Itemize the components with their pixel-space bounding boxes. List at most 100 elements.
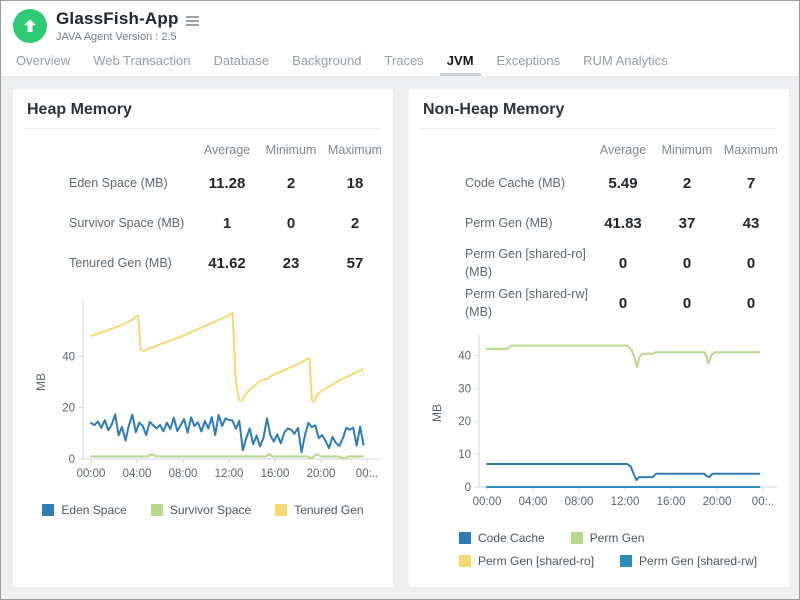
svg-text:08:00: 08:00 [565,496,594,508]
table-row-tenured-gen-mb: Tenured Gen (MB)41.622357 [25,243,381,283]
svg-text:MB: MB [34,373,48,391]
column-header-maximum: Maximum [719,143,777,157]
metric-value: 43 [719,215,777,232]
tab-web-transaction[interactable]: Web Transaction [91,47,192,76]
metric-value: 2 [323,215,381,232]
svg-text:40: 40 [62,351,75,363]
legend-label: Code Cache [478,531,545,545]
tab-traces[interactable]: Traces [383,47,426,76]
panel-non-heap-memory: Non-Heap Memory AverageMinimumMaximum Cod… [409,89,789,587]
legend-item-perm-gen-shared-ro[interactable]: Perm Gen [shared-ro] [459,554,594,568]
svg-text:20: 20 [62,403,75,415]
svg-text:16:00: 16:00 [657,496,686,508]
svg-text:20:00: 20:00 [703,496,732,508]
tab-jvm[interactable]: JVM [445,47,476,76]
metric-value: 5.49 [591,175,655,192]
legend-label: Eden Space [61,503,126,517]
table-row-perm-gen-shared-rw-mb: Perm Gen [shared-rw] (MB)000 [421,283,777,323]
legend-item-perm-gen-shared-rw[interactable]: Perm Gen [shared-rw] [620,554,757,568]
metric-value: 2 [655,175,719,192]
legend-item-eden-space[interactable]: Eden Space [42,503,126,517]
metric-label: Perm Gen [shared-rw] (MB) [421,285,591,321]
app-header: GlassFish-App JAVA Agent Version : 2.5 O… [1,1,799,76]
legend-swatch-icon [275,504,287,516]
svg-text:00:00: 00:00 [77,468,106,480]
svg-text:04:00: 04:00 [123,468,152,480]
legend-label: Perm Gen [590,531,645,545]
svg-text:00:00: 00:00 [473,496,502,508]
metric-value: 0 [591,295,655,312]
metric-value: 0 [591,255,655,272]
table-row-perm-gen-shared-ro-mb: Perm Gen [shared-ro] (MB)000 [421,243,777,283]
metric-label: Perm Gen (MB) [421,214,591,232]
metric-value: 0 [719,295,777,312]
panel-heap-memory: Heap Memory AverageMinimumMaximumEden Sp… [13,89,393,587]
svg-text:0: 0 [69,454,75,466]
tab-overview[interactable]: Overview [14,47,72,76]
metric-value: 57 [323,255,381,272]
legend-item-perm-gen[interactable]: Perm Gen [571,531,645,545]
tab-bar: Overview Web Transaction Database Backgroun… [13,47,787,76]
svg-text:30: 30 [458,383,471,395]
legend-item-survivor-space[interactable]: Survivor Space [151,503,251,517]
metric-value: 0 [259,215,323,232]
metric-label: Perm Gen [shared-ro] (MB) [421,245,591,281]
legend-label: Tenured Gen [294,503,363,517]
tab-database[interactable]: Database [212,47,272,76]
svg-text:08:00: 08:00 [169,468,198,480]
svg-text:00:..: 00:.. [752,496,774,508]
column-header-minimum: Minimum [259,143,323,157]
metric-value: 18 [323,175,381,192]
chart-non-heap-memory[interactable]: 0 10 20 30 40 00:00 04:00 08:00 12:00 16:00 20:00 0… [421,331,777,525]
panel-title-heap-memory: Heap Memory [27,101,379,119]
metric-value: 1 [195,215,259,232]
metric-value: 0 [655,255,719,272]
metric-label: Code Cache (MB) [421,174,591,192]
chart-heap-memory[interactable]: 0204000:0004:0008:0012:0016:0020:0000:..… [25,295,381,497]
legend-swatch-icon [151,504,163,516]
svg-text:16:00: 16:00 [261,468,290,480]
legend-label: Perm Gen [shared-rw] [639,554,757,568]
legend-item-code-cache[interactable]: Code Cache [459,531,545,545]
column-header-maximum: Maximum [323,143,381,157]
divider [421,128,777,129]
column-header-minimum: Minimum [655,143,719,157]
app-title: GlassFish-App [56,9,179,29]
svg-text:MB: MB [430,404,444,422]
tab-background[interactable]: Background [290,47,363,76]
metric-label: Survivor Space (MB) [25,214,195,232]
metric-value: 0 [719,255,777,272]
svg-text:12:00: 12:00 [611,496,640,508]
tab-rum-analytics[interactable]: RUM Analytics [581,47,670,76]
table-row-perm-gen-mb: Perm Gen (MB)41.833743 [421,203,777,243]
dashboard-content: Heap Memory AverageMinimumMaximumEden Sp… [1,76,799,600]
tab-exceptions[interactable]: Exceptions [495,47,563,76]
svg-text:20: 20 [458,416,471,428]
table-header-row: AverageMinimumMaximum [25,137,381,163]
legend-swatch-icon [571,532,583,544]
legend-item-tenured-gen[interactable]: Tenured Gen [275,503,363,517]
svg-text:40: 40 [458,350,471,362]
panel-title-non-heap-memory: Non-Heap Memory [423,101,775,119]
svg-text:12:00: 12:00 [215,468,244,480]
legend-swatch-icon [42,504,54,516]
svg-text:04:00: 04:00 [519,496,548,508]
app-window: GlassFish-App JAVA Agent Version : 2.5 O… [0,0,800,600]
metric-value: 41.83 [591,215,655,232]
metric-value: 37 [655,215,719,232]
agent-version-label: JAVA Agent Version : 2.5 [56,31,199,43]
legend-label: Perm Gen [shared-ro] [478,554,594,568]
metric-value: 23 [259,255,323,272]
svg-text:10: 10 [458,449,471,461]
divider [25,128,381,129]
svg-text:0: 0 [465,482,471,494]
hamburger-menu-icon[interactable] [186,13,199,26]
svg-text:00:..: 00:.. [356,468,378,480]
legend-heap-memory: Eden Space Survivor Space Tenured Gen [25,503,381,517]
up-arrow-glyph [21,17,39,35]
table-header-row: AverageMinimumMaximum [421,137,777,163]
heap-memory-table: AverageMinimumMaximumEden Space (MB)11.2… [25,137,381,283]
legend-swatch-icon [620,555,632,567]
table-row-eden-space-mb: Eden Space (MB)11.28218 [25,163,381,203]
metric-value: 7 [719,175,777,192]
